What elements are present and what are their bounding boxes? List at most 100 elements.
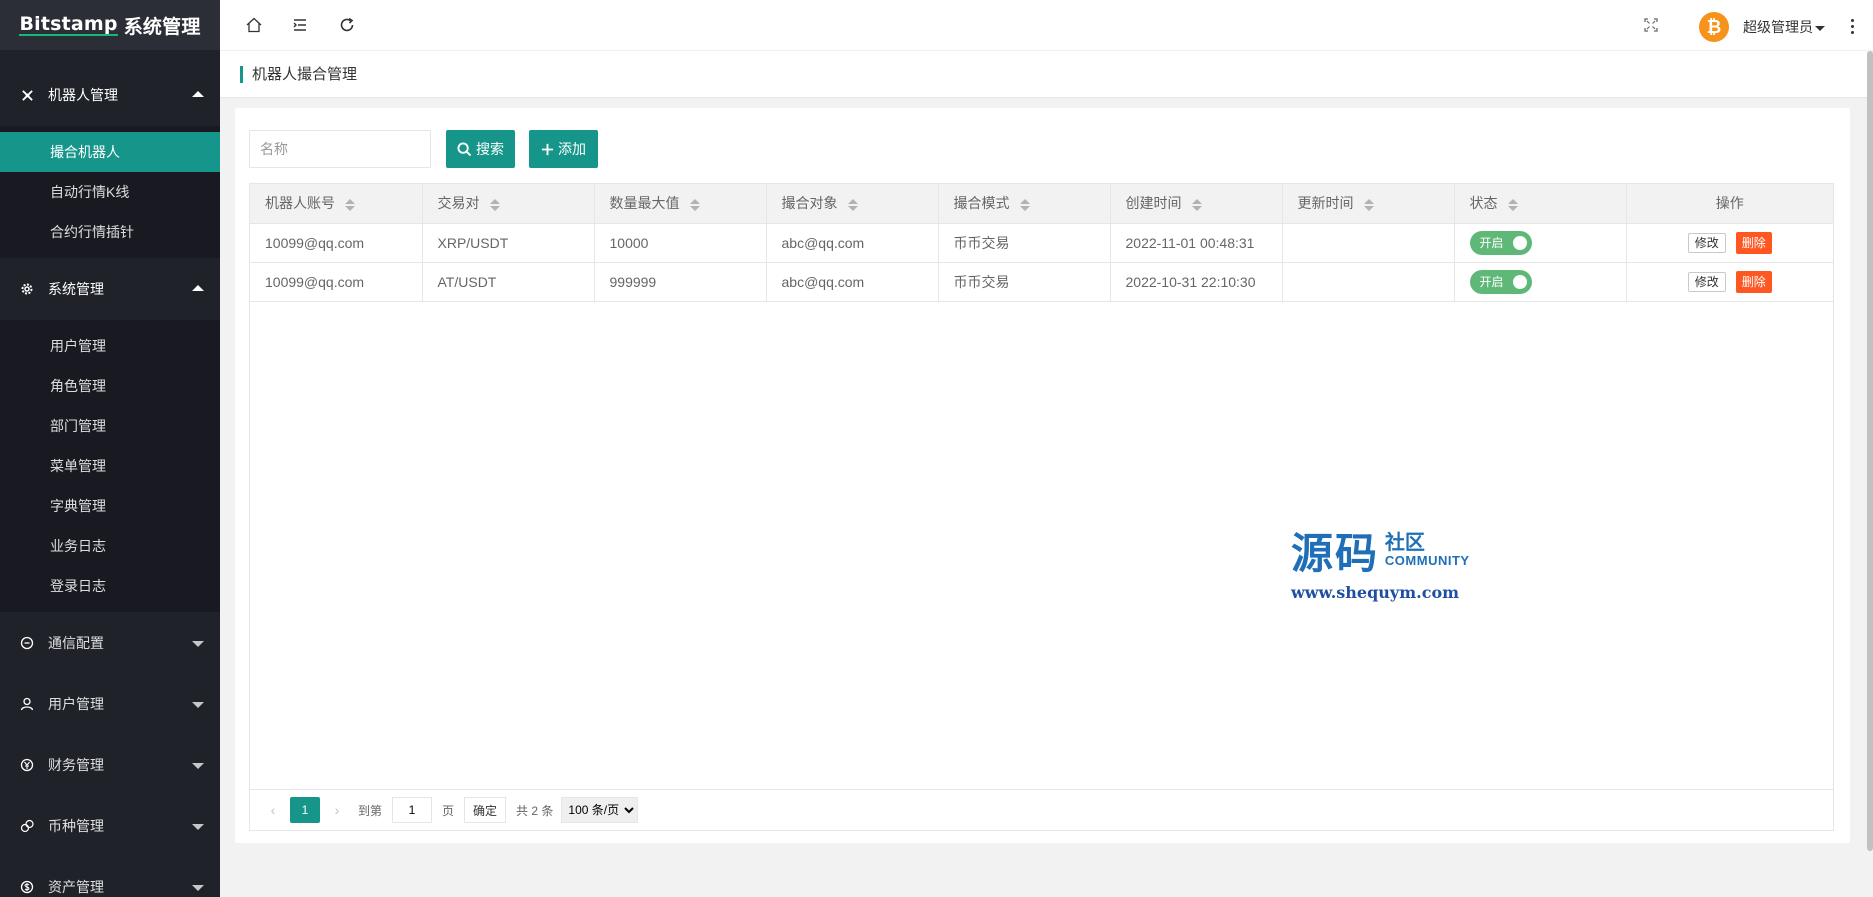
cell-mode: 币币交易 <box>938 262 1111 302</box>
sidebar-item-departments[interactable]: 部门管理 <box>0 406 220 446</box>
delete-button[interactable]: 删除 <box>1735 231 1772 254</box>
sidebar-item-business-log[interactable]: 业务日志 <box>0 526 220 566</box>
robot-icon <box>20 88 34 102</box>
sidebar-item-label: 登录日志 <box>50 578 106 594</box>
cell-updated <box>1282 262 1455 302</box>
sidebar-item-label: 用户管理 <box>50 338 106 354</box>
pagination: ‹ 1 › 到第 页 确定 共 2 条 100 条/页 <box>250 789 1833 830</box>
column-header-label: 交易对 <box>437 195 480 212</box>
column-header[interactable]: 状态 <box>1454 184 1627 224</box>
fullscreen-icon[interactable] <box>1638 12 1664 38</box>
sort-icon[interactable] <box>689 198 700 211</box>
edit-button[interactable]: 修改 <box>1687 232 1726 253</box>
search-button[interactable]: 搜索 <box>446 130 515 168</box>
cell-target: abc@qq.com <box>766 262 939 302</box>
sort-icon[interactable] <box>345 198 355 211</box>
table-row: 10099@qq.com AT/USDT 999999 abc@qq.com 币… <box>250 262 1833 302</box>
home-icon[interactable] <box>241 12 267 38</box>
sidebar-item-label: 菜单管理 <box>50 458 106 474</box>
sidebar: Bitstamp 系统管理 机器人管理 撮合机器人 自动行情K线 合约行情插针 … <box>0 0 220 897</box>
sidebar-item-dictionary[interactable]: 字典管理 <box>0 486 220 526</box>
watermark-big: 源码 <box>1291 529 1380 578</box>
sidebar-group-system[interactable]: 系统管理 <box>0 258 220 320</box>
column-header[interactable]: 数量最大值 <box>594 184 767 224</box>
avatar[interactable]: ₿ <box>1699 12 1729 42</box>
column-header[interactable]: 机器人账号 <box>250 184 423 224</box>
user-name: 超级管理员 <box>1743 19 1813 35</box>
sidebar-item-label: 字典管理 <box>50 498 106 514</box>
caret-down-icon <box>1815 25 1825 31</box>
sidebar-item-login-log[interactable]: 登录日志 <box>0 566 220 606</box>
status-toggle[interactable]: 开启 <box>1469 269 1532 294</box>
cell-max-qty: 10000 <box>594 223 767 263</box>
add-button-label: 添加 <box>558 141 586 157</box>
toggle-knob <box>1512 235 1527 250</box>
column-header-label: 创建时间 <box>1125 195 1182 212</box>
goto-suffix: 页 <box>442 803 455 818</box>
column-header-label: 状态 <box>1469 195 1498 212</box>
sidebar-group-coin[interactable]: 币种管理 <box>0 795 220 856</box>
sort-icon[interactable] <box>847 198 858 211</box>
page-size-select[interactable]: 100 条/页 <box>561 797 639 823</box>
sidebar-item-menus[interactable]: 菜单管理 <box>0 446 220 486</box>
sidebar-group-robot[interactable]: 机器人管理 <box>0 64 220 126</box>
user-menu[interactable]: 超级管理员 <box>1743 17 1825 37</box>
add-button[interactable]: 添加 <box>529 130 598 168</box>
status-toggle[interactable]: 开启 <box>1469 230 1532 255</box>
column-header-label: 数量最大值 <box>609 195 680 212</box>
search-icon <box>457 141 472 156</box>
edit-button[interactable]: 修改 <box>1687 271 1726 292</box>
goto-prefix: 到第 <box>358 803 383 818</box>
coin-icon <box>20 819 34 833</box>
delete-button[interactable]: 删除 <box>1735 270 1772 293</box>
topbar: ₿ 超级管理员 <box>220 0 1873 51</box>
app-logo: Bitstamp 系统管理 <box>0 0 220 50</box>
column-header[interactable]: 撮合对象 <box>766 184 939 224</box>
sidebar-group-user[interactable]: 用户管理 <box>0 673 220 734</box>
cell-pair: AT/USDT <box>422 262 595 302</box>
sidebar-item-match-robot[interactable]: 撮合机器人 <box>0 132 220 172</box>
sidebar-item-label: 业务日志 <box>50 538 106 554</box>
sidebar-group-finance[interactable]: 财务管理 <box>0 734 220 795</box>
chevron-up-icon <box>192 285 204 291</box>
sidebar-group-label: 系统管理 <box>48 281 104 297</box>
cell-max-qty: 999999 <box>594 262 767 302</box>
sidebar-item-roles[interactable]: 角色管理 <box>0 366 220 406</box>
sidebar-group-messaging[interactable]: 通信配置 <box>0 612 220 673</box>
sort-icon[interactable] <box>1019 198 1030 211</box>
cell-account: 10099@qq.com <box>250 262 423 302</box>
watermark-cn: 社区 <box>1384 532 1425 555</box>
page-number-current[interactable]: 1 <box>290 797 320 823</box>
goto-page-input[interactable] <box>392 797 433 823</box>
column-header[interactable]: 更新时间 <box>1282 184 1455 224</box>
name-search-input[interactable] <box>249 130 431 168</box>
menu-toggle-icon[interactable] <box>287 12 313 38</box>
refresh-icon[interactable] <box>334 12 360 38</box>
sidebar-group-label: 用户管理 <box>48 695 104 712</box>
chevron-up-icon <box>192 91 204 97</box>
user-icon <box>20 697 34 711</box>
column-header[interactable]: 创建时间 <box>1110 184 1283 224</box>
goto-confirm-button[interactable]: 确定 <box>464 797 507 823</box>
scrollbar[interactable] <box>1867 51 1873 851</box>
column-header[interactable]: 撮合模式 <box>938 184 1111 224</box>
prev-page-icon[interactable]: ‹ <box>264 802 282 818</box>
status-toggle-label: 开启 <box>1479 236 1504 250</box>
cell-target: abc@qq.com <box>766 223 939 263</box>
sort-icon[interactable] <box>1507 198 1518 211</box>
column-header[interactable]: 交易对 <box>422 184 595 224</box>
next-page-icon[interactable]: › <box>328 802 346 818</box>
sidebar-group-assets[interactable]: 资产管理 <box>0 856 220 897</box>
gear-icon <box>20 282 34 296</box>
sidebar-item-contract-spike[interactable]: 合约行情插针 <box>0 212 220 252</box>
sort-icon[interactable] <box>1363 198 1374 211</box>
page-title: 机器人撮合管理 <box>240 66 357 83</box>
sidebar-item-auto-kline[interactable]: 自动行情K线 <box>0 172 220 212</box>
watermark-right: 社区 COMMUNITY <box>1385 533 1470 568</box>
robot-table: 机器人账号 交易对 数量最大值 撮合对象 撮合模式 创建时间 更新时间 状态 操… <box>249 183 1834 831</box>
more-vertical-icon[interactable] <box>1845 14 1859 38</box>
cell-created: 2022-10-31 22:10:30 <box>1110 262 1283 302</box>
sort-icon[interactable] <box>489 198 500 211</box>
sidebar-item-users[interactable]: 用户管理 <box>0 326 220 366</box>
sort-icon[interactable] <box>1191 198 1202 211</box>
